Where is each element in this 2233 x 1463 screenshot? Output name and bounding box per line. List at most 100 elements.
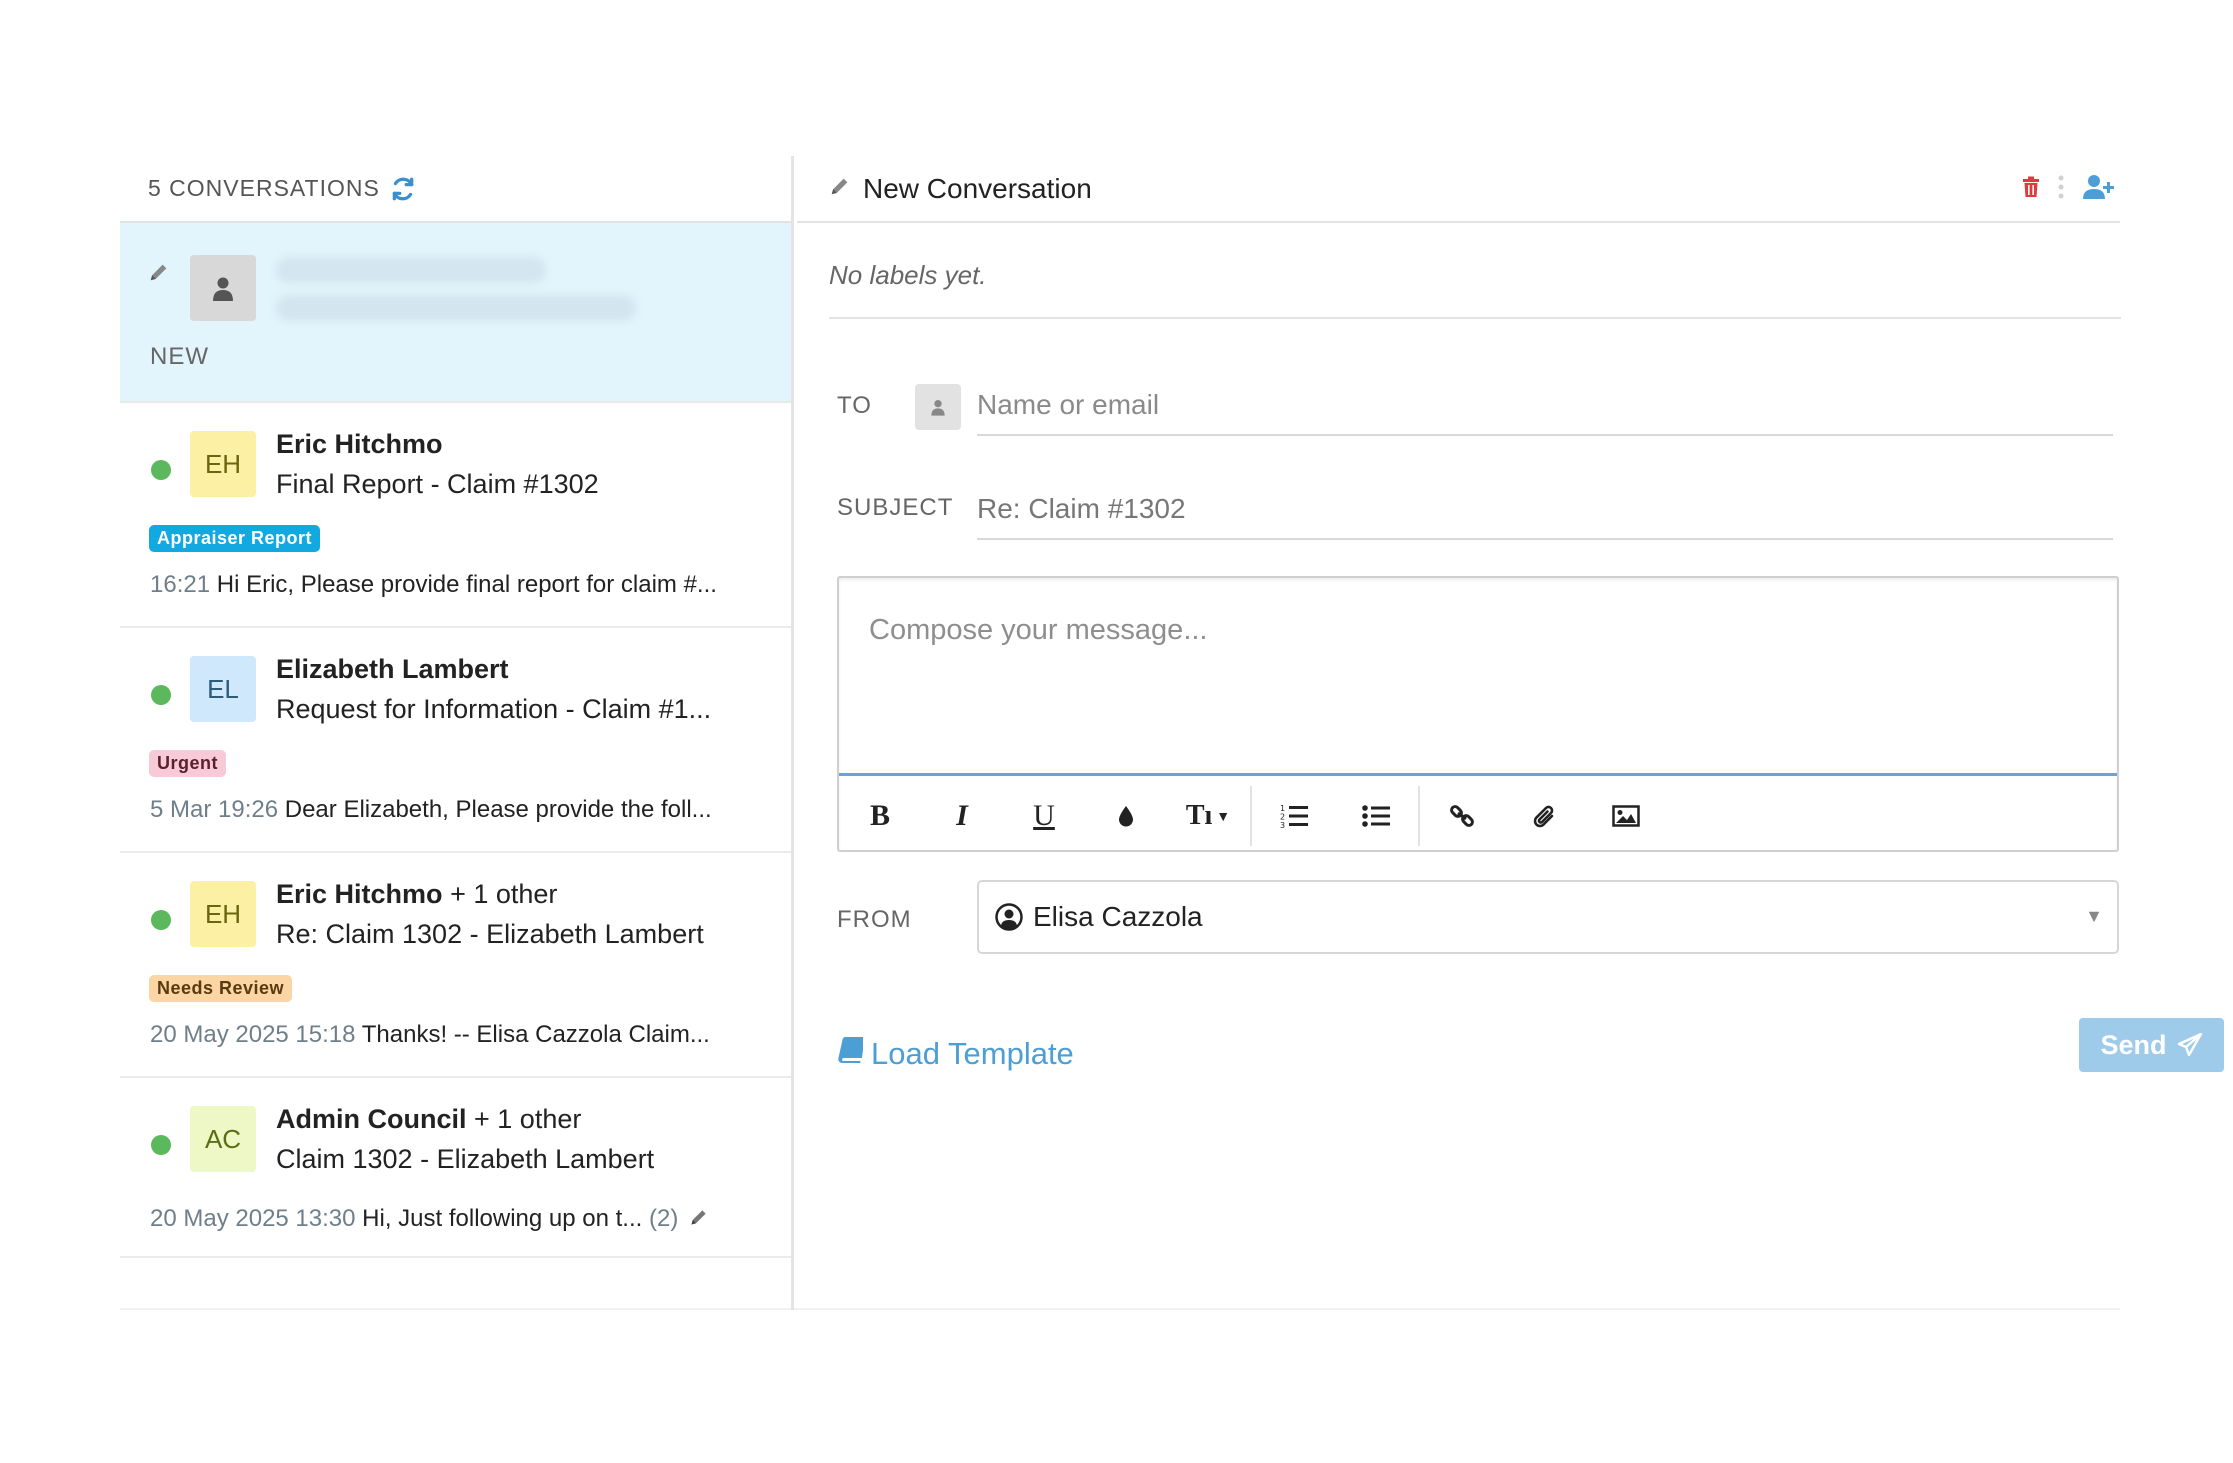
preview-text: Hi Eric, Please provide final report for… <box>216 571 717 598</box>
message-editor: B I U Tı ▼ 123 <box>837 576 2119 852</box>
blurred-name <box>276 257 546 283</box>
toolbar-divider <box>1250 785 1252 846</box>
load-template-link[interactable]: Load Template <box>837 1036 1074 1072</box>
timestamp: 20 May 2025 15:18 <box>150 1021 356 1048</box>
caret-down-icon: ▼ <box>1216 807 1231 824</box>
conversation-item[interactable]: AC Admin Council + 1 other Claim 1302 - … <box>120 1078 791 1258</box>
pencil-icon <box>148 261 170 288</box>
send-label: Send <box>2100 1029 2167 1060</box>
avatar: AC <box>190 1106 256 1172</box>
trash-icon[interactable] <box>2022 176 2040 203</box>
header-actions <box>2022 174 2114 205</box>
page-title: New Conversation <box>863 172 1092 204</box>
underline-button[interactable]: U <box>1003 779 1085 852</box>
conversation-subject: Final Report - Claim #1302 <box>276 469 599 499</box>
conversation-sender: Eric Hitchmo <box>276 429 443 459</box>
avatar: EH <box>190 431 256 497</box>
toolbar-divider <box>1418 785 1420 846</box>
add-user-icon[interactable] <box>2082 174 2114 205</box>
messaging-app: 5 CONVERSATIONS NEW EH Eric Hitchmo Fina… <box>120 156 2224 1310</box>
preview-text: Dear Elizabeth, Please provide the foll.… <box>284 796 712 823</box>
conversation-list-header: 5 CONVERSATIONS <box>120 156 791 223</box>
bullet-list-icon <box>1362 804 1390 827</box>
send-button[interactable]: Send <box>2079 1018 2224 1072</box>
load-template-label: Load Template <box>871 1036 1074 1071</box>
pencil-icon <box>689 1206 709 1234</box>
new-label: NEW <box>150 343 209 370</box>
bullet-list-button[interactable] <box>1335 779 1417 852</box>
paper-plane-icon <box>2177 1033 2203 1057</box>
avatar: EH <box>190 881 256 947</box>
conversation-sender: Eric Hitchmo + 1 other <box>276 879 558 909</box>
user-circle-icon <box>995 903 1023 931</box>
avatar-placeholder <box>190 255 256 321</box>
preview-text: Thanks! -- Elisa Cazzola Claim... <box>361 1021 710 1048</box>
italic-button[interactable]: I <box>921 779 1003 852</box>
more-options-icon[interactable] <box>2058 175 2064 204</box>
conversation-item[interactable]: EH Eric Hitchmo Final Report - Claim #13… <box>120 403 791 628</box>
chevron-down-icon: ▼ <box>2085 906 2103 926</box>
paperclip-icon <box>1533 805 1554 827</box>
conversation-sender: Elizabeth Lambert <box>276 654 509 684</box>
from-value: Elisa Cazzola <box>1033 901 1203 932</box>
avatar: EL <box>190 656 256 722</box>
conversation-item[interactable]: EH Eric Hitchmo + 1 other Re: Claim 1302… <box>120 853 791 1078</box>
conversation-preview: 5 Mar 19:26 Dear Elizabeth, Please provi… <box>150 796 712 824</box>
label-badge: Appraiser Report <box>149 525 321 552</box>
conversation-preview: 20 May 2025 15:18 Thanks! -- Elisa Cazzo… <box>150 1021 710 1049</box>
attachment-button[interactable] <box>1503 779 1585 852</box>
italic-icon: I <box>956 798 968 832</box>
timestamp: 20 May 2025 13:30 <box>150 1205 356 1232</box>
conversation-preview: 20 May 2025 13:30 Hi, Just following up … <box>150 1205 709 1234</box>
conversation-count: 5 CONVERSATIONS <box>148 175 380 201</box>
conversation-subject: Re: Claim 1302 - Elizabeth Lambert <box>276 919 704 949</box>
conversation-item[interactable]: EL Elizabeth Lambert Request for Informa… <box>120 628 791 853</box>
link-button[interactable] <box>1421 779 1503 852</box>
link-icon <box>1450 804 1474 827</box>
text-size-icon: Tı <box>1185 799 1213 831</box>
conversation-list-pane: 5 CONVERSATIONS NEW EH Eric Hitchmo Fina… <box>120 156 794 1310</box>
to-label: TO <box>837 392 872 419</box>
image-icon <box>1612 804 1640 827</box>
online-status-dot <box>151 910 171 930</box>
preview-text: Hi, Just following up on t... <box>362 1205 643 1232</box>
blurred-subject <box>276 295 636 321</box>
no-labels-text: No labels yet. <box>829 260 987 290</box>
conversation-subject: Request for Information - Claim #1... <box>276 694 712 724</box>
message-textarea[interactable] <box>839 578 2117 776</box>
refresh-icon[interactable] <box>390 176 416 202</box>
online-status-dot <box>151 1135 171 1155</box>
underline-icon: U <box>1033 798 1055 832</box>
image-button[interactable] <box>1585 779 1667 852</box>
label-badge: Needs Review <box>149 975 293 1002</box>
book-icon <box>837 1036 865 1072</box>
text-color-button[interactable] <box>1085 779 1167 852</box>
svg-text:3: 3 <box>1280 821 1285 829</box>
conversation-preview: 16:21 Hi Eric, Please provide final repo… <box>150 571 717 599</box>
new-conversation-item[interactable]: NEW <box>120 223 791 403</box>
subject-input[interactable] <box>977 480 2113 540</box>
timestamp: 16:21 <box>150 571 211 598</box>
online-status-dot <box>151 685 171 705</box>
timestamp: 5 Mar 19:26 <box>150 796 279 823</box>
ordered-list-icon: 123 <box>1280 804 1308 829</box>
from-select[interactable]: Elisa Cazzola ▼ <box>977 880 2119 954</box>
recipient-avatar <box>915 384 961 430</box>
conversation-sender: Admin Council + 1 other <box>276 1104 582 1134</box>
formatting-toolbar: B I U Tı ▼ 123 <box>839 779 2117 852</box>
message-count: (2) <box>648 1205 679 1232</box>
ordered-list-button[interactable]: 123 <box>1253 779 1335 852</box>
conversation-subject: Claim 1302 - Elizabeth Lambert <box>276 1144 655 1174</box>
bold-icon: B <box>869 798 890 832</box>
from-label: FROM <box>837 906 912 933</box>
subject-label: SUBJECT <box>837 494 954 521</box>
text-size-button[interactable]: Tı ▼ <box>1167 779 1249 852</box>
other-participants: + 1 other <box>474 1104 582 1134</box>
to-input[interactable] <box>977 376 2113 436</box>
other-participants: + 1 other <box>450 879 558 909</box>
labels-row[interactable]: No labels yet. <box>829 234 2121 319</box>
bold-button[interactable]: B <box>839 779 921 852</box>
compose-header: New Conversation <box>797 156 2120 223</box>
label-badge: Urgent <box>149 750 226 777</box>
pencil-icon <box>829 175 851 202</box>
